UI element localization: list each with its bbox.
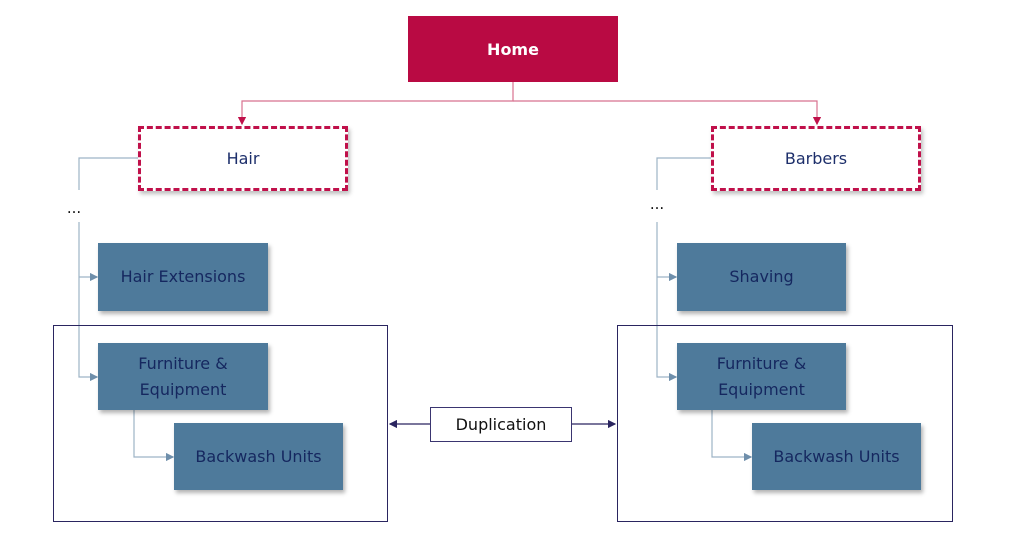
home-node: Home bbox=[408, 16, 618, 82]
duplication-label: Duplication bbox=[430, 407, 572, 442]
hair-node: Hair bbox=[138, 126, 348, 191]
hair-extensions-node: Hair Extensions bbox=[98, 243, 268, 311]
barbers-node: Barbers bbox=[711, 126, 921, 191]
hair-backwash-node: Backwash Units bbox=[174, 423, 343, 490]
hair-furniture-node: Furniture & Equipment bbox=[98, 343, 268, 410]
barbers-ellipsis: ... bbox=[649, 195, 665, 213]
barbers-furniture-node: Furniture & Equipment bbox=[677, 343, 846, 410]
shaving-node: Shaving bbox=[677, 243, 846, 311]
barbers-backwash-node: Backwash Units bbox=[752, 423, 921, 490]
hair-ellipsis: ... bbox=[66, 199, 82, 217]
